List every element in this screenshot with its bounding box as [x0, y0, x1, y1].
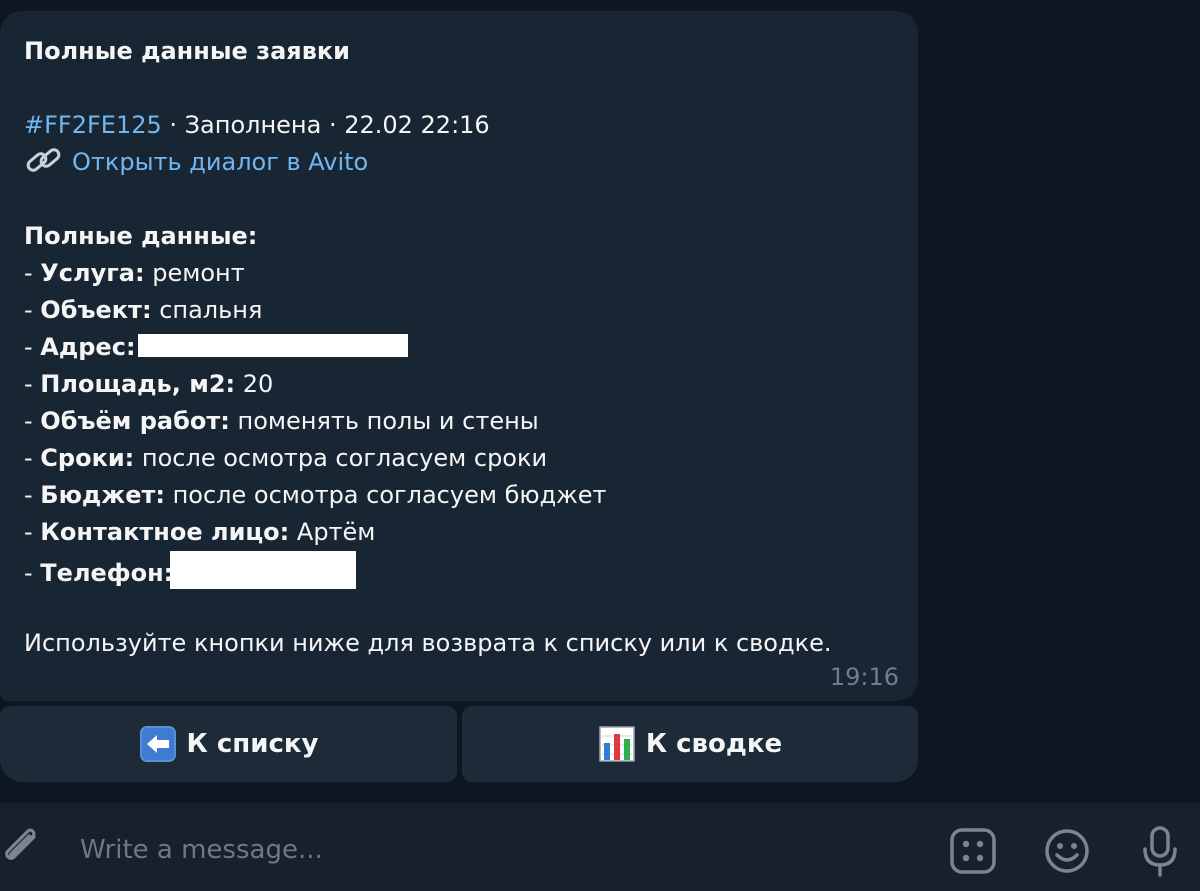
section-title: Полные данные:: [24, 222, 258, 250]
field-prefix: -: [24, 259, 41, 287]
chat-area: Полные данные заявки #FF2FE125 · Заполне…: [0, 0, 1200, 803]
to-summary-button[interactable]: К сводке: [462, 706, 918, 782]
field-prefix: -: [24, 481, 41, 509]
field-row-object: - Объект: спальня: [24, 292, 894, 329]
request-status-line: · Заполнена · 22.02 22:16: [161, 111, 490, 139]
field-prefix: -: [24, 444, 41, 472]
back-arrow-icon: [139, 726, 176, 762]
to-summary-label: К сводке: [645, 729, 783, 759]
field-label: Объект:: [40, 296, 152, 324]
message-title: Полные данные заявки: [24, 37, 350, 65]
message-composer: [0, 803, 1200, 891]
message-input[interactable]: [78, 829, 922, 871]
field-label: Телефон:: [40, 559, 174, 587]
field-row-budget: - Бюджет: после осмотра согласуем бюджет: [24, 477, 894, 514]
field-row-scope: - Объём работ: поменять полы и стены: [24, 403, 894, 440]
field-label: Площадь, м2:: [40, 370, 236, 398]
field-prefix: -: [24, 518, 41, 546]
link-icon: [26, 148, 61, 172]
field-prefix: -: [24, 559, 41, 587]
field-prefix: -: [24, 407, 41, 435]
field-value: спальня: [151, 296, 263, 324]
field-label: Услуга:: [40, 259, 145, 287]
field-value: ремонт: [144, 259, 245, 287]
field-value: после осмотра согласуем бюджет: [164, 481, 607, 509]
field-row-area: - Площадь, м2: 20: [24, 366, 894, 403]
redacted-phone: [170, 551, 357, 589]
field-value: поменять полы и стены: [229, 407, 539, 435]
field-row-address: - Адрес:: [24, 329, 894, 366]
field-prefix: -: [24, 296, 41, 324]
paperclip-icon[interactable]: [0, 827, 42, 871]
back-to-list-button[interactable]: К списку: [0, 706, 457, 782]
field-prefix: -: [24, 333, 41, 361]
emoji-icon[interactable]: [1043, 827, 1091, 875]
bar-chart-icon: [599, 726, 635, 762]
field-row-service: - Услуга: ремонт: [24, 255, 894, 292]
back-to-list-label: К списку: [186, 729, 319, 759]
message-time: 19:16: [829, 663, 899, 691]
field-value: 20: [235, 370, 274, 398]
field-label: Сроки:: [40, 444, 135, 472]
field-value: Артём: [289, 518, 376, 546]
message-bubble: Полные данные заявки #FF2FE125 · Заполне…: [0, 11, 918, 701]
request-header: #FF2FE125 · Заполнена · 22.02 22:16: [24, 107, 894, 144]
avito-dialog-link[interactable]: Открыть диалог в Avito: [24, 144, 894, 181]
bot-commands-icon[interactable]: [949, 827, 997, 875]
field-value: после осмотра согласуем сроки: [134, 444, 548, 472]
field-label: Объём работ:: [40, 407, 230, 435]
field-label: Бюджет:: [40, 481, 165, 509]
field-label: Контактное лицо:: [40, 518, 290, 546]
field-prefix: -: [24, 370, 41, 398]
microphone-icon[interactable]: [1140, 825, 1180, 879]
field-row-contact: - Контактное лицо: Артём: [24, 514, 894, 551]
field-row-deadline: - Сроки: после осмотра согласуем сроки: [24, 440, 894, 477]
message-hint: Используйте кнопки ниже для возврата к с…: [24, 629, 832, 657]
field-label: Адрес:: [40, 333, 136, 361]
redacted-address: [137, 334, 408, 357]
field-row-phone: - Телефон:: [24, 551, 894, 589]
avito-link-text[interactable]: Открыть диалог в Avito: [72, 148, 368, 176]
request-id-hashtag[interactable]: #FF2FE125: [24, 111, 162, 139]
